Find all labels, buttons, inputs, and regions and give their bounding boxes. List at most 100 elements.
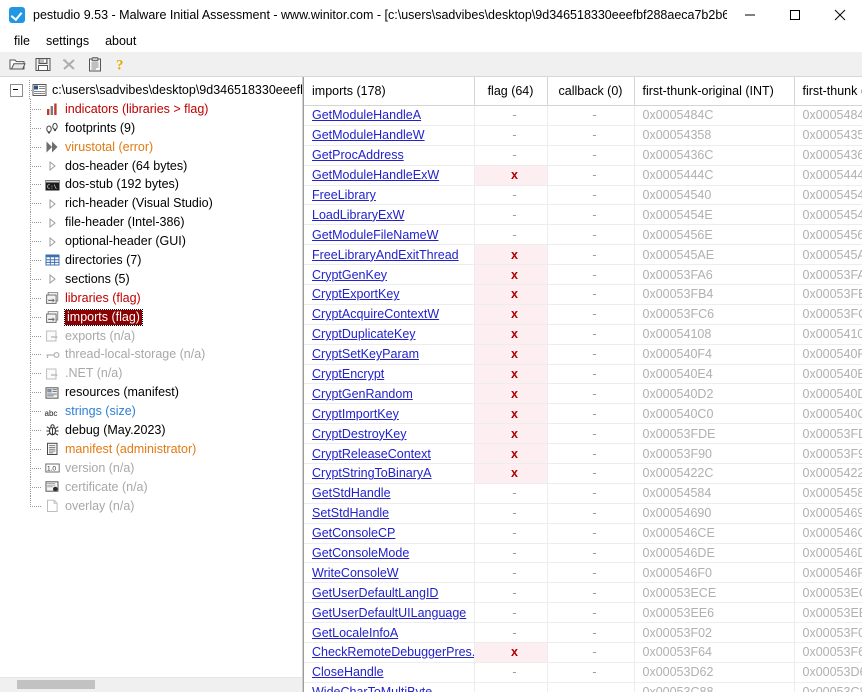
tree-item-footprints-9[interactable]: footprints (9): [0, 117, 302, 138]
tree-item-rich-header-visual-studio[interactable]: rich-header (Visual Studio): [0, 193, 302, 214]
close-file-icon[interactable]: [56, 53, 82, 75]
import-name-cell[interactable]: CryptImportKey: [304, 403, 475, 425]
tree-item-thread-local-storage-n-a[interactable]: thread-local-storage (n/a): [0, 344, 302, 365]
import-name-cell[interactable]: GetModuleHandleW: [304, 125, 475, 146]
import-name-cell[interactable]: GetStdHandle: [304, 483, 475, 504]
tree-item-overlay-n-a[interactable]: overlay (n/a): [0, 495, 302, 516]
import-name-link[interactable]: CryptImportKey: [312, 407, 399, 421]
clipboard-icon[interactable]: [82, 53, 108, 75]
table-row[interactable]: CryptGenRandomx-0x000540D20x000540D2: [304, 383, 862, 405]
table-row[interactable]: CryptStringToBinaryA x -0x0005422C 0x000542…: [304, 463, 862, 484]
import-name-cell[interactable]: GetLocaleInfoA: [304, 622, 475, 644]
import-name-link[interactable]: CheckRemoteDebuggerPres...: [312, 645, 473, 659]
menu-settings[interactable]: settings: [39, 33, 98, 50]
import-name-cell[interactable]: WideCharToMultiByte: [304, 682, 475, 692]
tree-item-dos-header-64-bytes[interactable]: dos-header (64 bytes): [0, 155, 302, 176]
import-name-cell[interactable]: GetConsoleMode: [304, 543, 475, 564]
table-row[interactable]: GetModuleHandleW--0x000543580x00054358: [304, 125, 862, 146]
import-name-link[interactable]: LoadLibraryExW: [312, 208, 404, 222]
column-header-imports[interactable]: imports (178): [304, 77, 475, 106]
import-name-cell[interactable]: GetModuleHandleA: [304, 105, 475, 126]
tree-item-imports-flag[interactable]: imports (flag): [0, 306, 302, 327]
import-name-link[interactable]: CryptDuplicateKey: [312, 327, 416, 341]
table-row[interactable]: WideCharToMultiByte--0x00053C880x00053C8…: [304, 682, 862, 692]
tree-item-certificate-n-a[interactable]: certificate (n/a): [0, 476, 302, 497]
table-row[interactable]: GetModuleFileNameW--0x0005456E0x0005456E: [304, 224, 862, 246]
import-name-link[interactable]: FreeLibraryAndExitThread: [312, 248, 459, 262]
import-name-link[interactable]: GetConsoleMode: [312, 546, 409, 560]
import-name-link[interactable]: FreeLibrary: [312, 188, 376, 202]
import-name-link[interactable]: CryptEncrypt: [312, 367, 384, 381]
tree-item-indicators-libraries-flag[interactable]: indicators (libraries > flag): [0, 98, 302, 119]
tree-item-dos-stub-192-bytes[interactable]: C:\ dos-stub (192 bytes): [0, 174, 302, 195]
import-name-cell[interactable]: CheckRemoteDebuggerPres...: [304, 642, 475, 663]
import-name-link[interactable]: CryptAcquireContextW: [312, 307, 439, 321]
table-row[interactable]: WriteConsoleW--0x000546F00x000546F0: [304, 562, 862, 584]
column-header-first-thunk-original[interactable]: first-thunk-original (INT): [634, 77, 795, 106]
menu-about[interactable]: about: [98, 33, 145, 50]
import-name-cell[interactable]: CloseHandle: [304, 662, 475, 683]
table-row[interactable]: CryptSetKeyParamx-0x000540F40x000540F4: [304, 344, 862, 365]
import-name-link[interactable]: CryptGenRandom: [312, 387, 413, 401]
import-name-link[interactable]: GetModuleFileNameW: [312, 228, 438, 242]
tree-item-strings-size[interactable]: abc strings (size): [0, 401, 302, 422]
column-header-first-thunk[interactable]: first-thunk (IA: [794, 77, 862, 106]
import-name-link[interactable]: GetModuleHandleA: [312, 108, 421, 122]
import-name-link[interactable]: CryptGenKey: [312, 268, 387, 282]
tree-item-debug-may-2023[interactable]: debug (May.2023): [0, 419, 302, 440]
import-name-cell[interactable]: CryptEncrypt: [304, 364, 475, 385]
import-name-cell[interactable]: SetStdHandle: [304, 503, 475, 524]
table-row[interactable]: CryptEncryptx-0x000540E40x000540E4: [304, 364, 862, 385]
import-name-link[interactable]: WideCharToMultiByte: [312, 685, 432, 692]
menu-file[interactable]: file: [7, 33, 39, 50]
import-name-cell[interactable]: CryptDestroyKey: [304, 423, 475, 445]
table-row[interactable]: CheckRemoteDebuggerPres... x -0x00053F64 0x…: [304, 642, 862, 663]
import-name-cell[interactable]: WriteConsoleW: [304, 562, 475, 584]
table-row[interactable]: GetModuleHandleA--0x0005484C0x0005484C: [304, 105, 862, 126]
import-name-cell[interactable]: GetProcAddress: [304, 145, 475, 166]
table-row[interactable]: GetModuleHandleExWx-0x0005444C0x0005444C: [304, 165, 862, 186]
navigation-tree[interactable]: c:\users\sadvibes\desktop\9d346518330eee…: [0, 77, 302, 677]
import-name-cell[interactable]: CryptStringToBinaryA: [304, 463, 475, 484]
import-name-cell[interactable]: FreeLibrary: [304, 185, 475, 206]
import-name-cell[interactable]: GetUserDefaultLangID: [304, 582, 475, 604]
import-name-link[interactable]: CryptExportKey: [312, 287, 400, 301]
column-header-flag[interactable]: flag (64): [474, 77, 548, 106]
tree-item-libraries-flag[interactable]: libraries (flag): [0, 287, 302, 308]
tree-item-exports-n-a[interactable]: exports (n/a): [0, 325, 302, 346]
table-row[interactable]: GetConsoleCP--0x000546CE0x000546CE: [304, 523, 862, 544]
import-name-cell[interactable]: CryptExportKey: [304, 284, 475, 305]
import-name-cell[interactable]: CryptDuplicateKey: [304, 324, 475, 345]
import-name-link[interactable]: GetModuleHandleW: [312, 128, 425, 142]
import-name-link[interactable]: CryptSetKeyParam: [312, 347, 419, 361]
tree-item-resources-manifest[interactable]: resources (manifest): [0, 382, 302, 403]
table-row[interactable]: CryptDuplicateKeyx-0x000541080x00054108: [304, 324, 862, 345]
import-name-link[interactable]: GetLocaleInfoA: [312, 626, 398, 640]
tree-horizontal-scrollbar[interactable]: [0, 677, 302, 692]
import-name-link[interactable]: GetConsoleCP: [312, 526, 395, 540]
import-name-cell[interactable]: CryptSetKeyParam: [304, 344, 475, 365]
collapse-toggle-icon[interactable]: [10, 83, 23, 97]
table-row[interactable]: CryptGenKeyx-0x00053FA60x00053FA6: [304, 264, 862, 286]
import-name-cell[interactable]: FreeLibraryAndExitThread: [304, 244, 475, 266]
close-button[interactable]: [817, 0, 862, 30]
import-name-cell[interactable]: GetUserDefaultUILanguage: [304, 602, 475, 624]
import-name-link[interactable]: CloseHandle: [312, 665, 384, 679]
table-row[interactable]: GetUserDefaultLangID - -0x00053ECE 0x00053E…: [304, 582, 862, 604]
table-row[interactable]: CloseHandle--0x00053D620x00053D62: [304, 662, 862, 683]
table-row[interactable]: GetLocaleInfoA--0x00053F020x00053F02: [304, 622, 862, 644]
column-header-callback[interactable]: callback (0): [547, 77, 635, 106]
import-name-link[interactable]: GetUserDefaultLangID: [312, 586, 438, 600]
import-name-link[interactable]: GetProcAddress: [312, 148, 404, 162]
table-row[interactable]: FreeLibrary--0x000545400x00054540: [304, 185, 862, 206]
import-name-link[interactable]: GetUserDefaultUILanguage: [312, 606, 466, 620]
tree-item-directories-7[interactable]: directories (7): [0, 249, 302, 270]
import-name-cell[interactable]: GetModuleHandleExW: [304, 165, 475, 186]
import-name-cell[interactable]: GetConsoleCP: [304, 523, 475, 544]
table-row[interactable]: GetUserDefaultUILanguage - -0x00053EE6 0x00…: [304, 602, 862, 624]
import-name-link[interactable]: CryptStringToBinaryA: [312, 466, 432, 480]
table-row[interactable]: GetProcAddress--0x0005436C0x0005436C: [304, 145, 862, 166]
minimize-button[interactable]: [727, 0, 772, 30]
import-name-link[interactable]: CryptDestroyKey: [312, 427, 406, 441]
table-row[interactable]: FreeLibraryAndExitThread x -0x000545AE 0x00…: [304, 244, 862, 266]
